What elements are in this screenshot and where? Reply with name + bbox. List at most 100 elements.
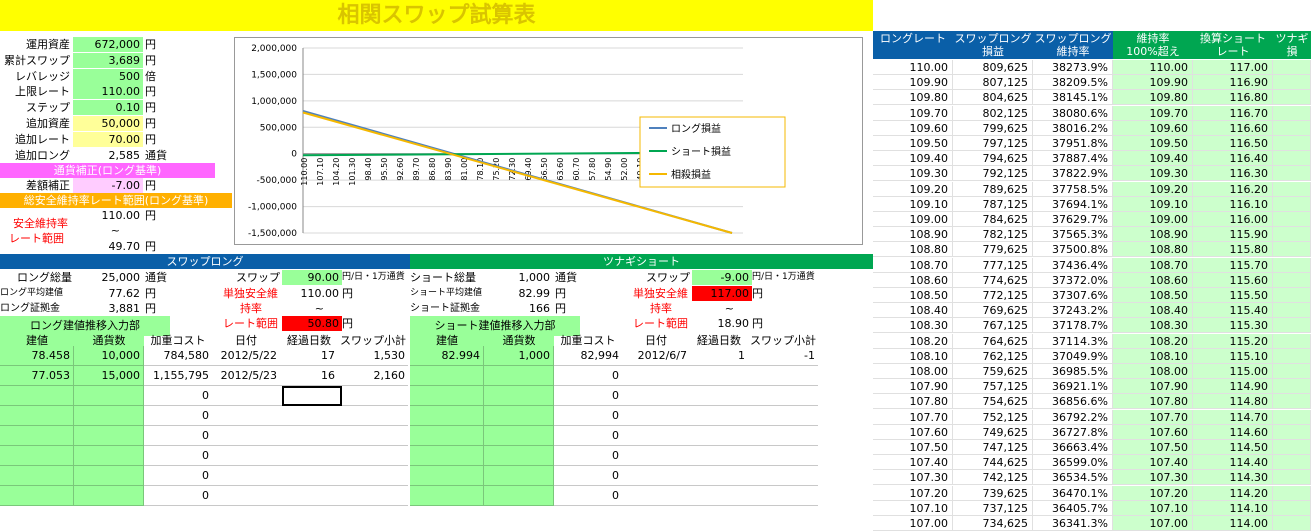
table-cell[interactable] [484, 466, 554, 486]
rate-table-cell: 110.00 [873, 60, 953, 75]
rate-table-cell: 116.80 [1193, 90, 1273, 106]
table-cell [212, 386, 280, 406]
safe-rate-label-2: レート範囲 [9, 232, 64, 245]
rate-table-cell: 108.30 [1113, 318, 1193, 334]
table-cell [690, 426, 748, 446]
safe-low-value: 49.70 [108, 240, 141, 253]
table-cell[interactable] [484, 426, 554, 446]
table-cell[interactable] [0, 486, 74, 506]
rate-table-cell-empty [1273, 136, 1311, 151]
table-cell: 0 [144, 426, 212, 446]
table-cell[interactable] [484, 386, 554, 406]
table-cell[interactable]: 15,000 [74, 366, 144, 386]
x-tick-label: 60.70 [572, 158, 581, 181]
rate-table-cell: 37178.7% [1033, 318, 1113, 334]
table-cell [622, 366, 690, 386]
table-cell[interactable] [410, 466, 484, 486]
pnl-chart[interactable]: 2,000,000 1,500,000 1,000,000 500,000 0 -500,… [234, 37, 863, 245]
rate-table-cell-empty [1273, 379, 1311, 395]
x-tick-label: 81.00 [460, 158, 469, 181]
x-tick-label: 75.20 [492, 158, 501, 181]
table-cell[interactable] [0, 406, 74, 426]
table-cell [280, 426, 338, 446]
rate-table-cell-empty [1273, 364, 1311, 379]
rate-table-cell: 107.80 [873, 394, 953, 410]
rate-table-cell: 116.90 [1193, 75, 1273, 91]
table-cell[interactable] [74, 466, 144, 486]
table-cell[interactable] [410, 386, 484, 406]
table-cell[interactable]: 78.458 [0, 346, 74, 366]
swap-input[interactable]: 90.00 [282, 270, 342, 285]
x-tick-label: 98.40 [364, 158, 373, 181]
table-cell[interactable] [0, 426, 74, 446]
table-cell[interactable] [0, 466, 74, 486]
avg-label: ロング平均建値 [0, 288, 64, 298]
rate-table-cell: 109.00 [873, 212, 953, 227]
rate-table-cell-empty [1273, 455, 1311, 471]
rate-table-cell: 114.10 [1193, 500, 1273, 516]
table-cell: 0 [554, 426, 622, 446]
total-value: 25,000 [101, 271, 141, 284]
table-cell[interactable] [484, 406, 554, 426]
table-cell[interactable]: 1,000 [484, 346, 554, 366]
rate-table-cell-empty [1273, 409, 1311, 425]
table-cell [622, 446, 690, 466]
table-cell [622, 406, 690, 426]
table-cell[interactable] [410, 486, 484, 506]
rate-table-cell: 37372.0% [1033, 272, 1113, 288]
table-cell[interactable] [74, 406, 144, 426]
param-label: ステップ [26, 101, 70, 115]
range-label: レート範囲 [223, 317, 278, 330]
table-cell [212, 466, 280, 486]
table-cell: 0 [554, 446, 622, 466]
table-cell[interactable] [0, 446, 74, 466]
table-cell [280, 466, 338, 486]
param-input[interactable]: 0.10 [73, 100, 143, 116]
rate-table-cell: 37565.3% [1033, 227, 1113, 243]
table-cell[interactable] [74, 446, 144, 466]
y-tick-label: 0 [291, 150, 297, 160]
rate-table-cell: 36470.1% [1033, 485, 1113, 501]
table-cell[interactable] [74, 426, 144, 446]
table-cell [748, 386, 818, 406]
table-cell[interactable] [484, 366, 554, 386]
table-cell[interactable] [74, 386, 144, 406]
table-cell[interactable] [410, 366, 484, 386]
x-tick-label: 110.00 [300, 158, 309, 186]
rate-table-cell: 114.40 [1193, 455, 1273, 471]
table-cell[interactable]: 10,000 [74, 346, 144, 366]
table-cell[interactable]: 77.053 [0, 366, 74, 386]
rate-table-cell: 109.70 [1113, 105, 1193, 121]
table-cell[interactable] [484, 486, 554, 506]
diff-adjust-input[interactable]: -7.00 [73, 178, 143, 193]
param-input[interactable]: 50,000 [73, 116, 143, 131]
x-tick-label: 86.80 [428, 158, 437, 181]
swap-input[interactable]: -9.00 [692, 270, 752, 285]
table-cell[interactable]: 82.994 [410, 346, 484, 366]
table-cell[interactable] [410, 426, 484, 446]
table-cell[interactable] [484, 446, 554, 466]
rate-table-cell: 116.30 [1193, 166, 1273, 182]
param-input[interactable]: 70.00 [73, 131, 143, 147]
margin-label: ショート証拠金 [410, 303, 480, 314]
param-unit: 円 [145, 132, 156, 146]
param-input[interactable]: 110.00 [73, 84, 143, 100]
swap-label: スワップ [646, 271, 690, 284]
rate-table-cell: 38016.2% [1033, 120, 1113, 136]
param-input[interactable]: 672,000 [73, 37, 143, 52]
param-input[interactable]: 3,689 [73, 52, 143, 68]
rate-table-cell: 109.20 [873, 181, 953, 197]
rate-table-cell: 114.90 [1193, 379, 1273, 395]
rate-table-header: 維持率 100%超え [1113, 31, 1193, 59]
table-cell[interactable] [0, 386, 74, 406]
table-cell[interactable] [410, 406, 484, 426]
rate-table-cell: 108.60 [873, 272, 953, 288]
swap-label: スワップ [236, 271, 280, 284]
table-cell[interactable] [410, 446, 484, 466]
param-input[interactable]: 500 [73, 68, 143, 84]
table-cell [748, 406, 818, 426]
table-cell[interactable] [74, 486, 144, 506]
table-cell: 16 [280, 366, 338, 386]
rate-table-cell: 109.30 [873, 166, 953, 182]
active-cell[interactable] [282, 386, 342, 406]
